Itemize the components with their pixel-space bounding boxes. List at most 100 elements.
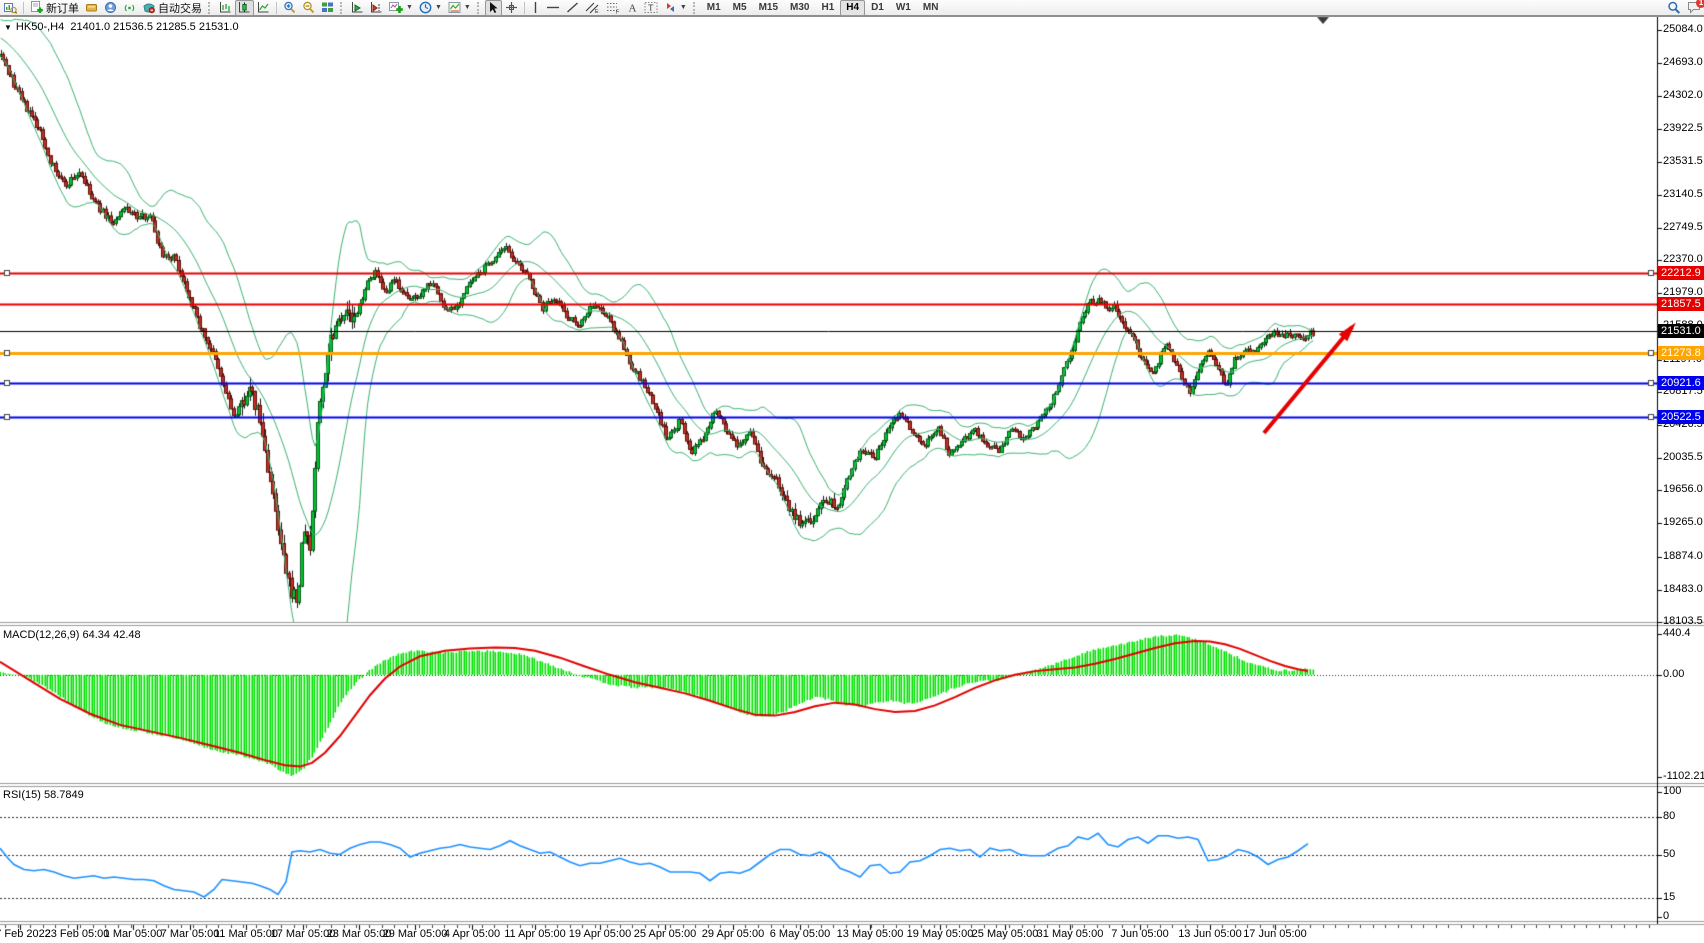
timeframe-button-mn[interactable]: MN xyxy=(917,0,945,16)
channel-button[interactable]: E xyxy=(582,0,603,16)
timeframe-button-h1[interactable]: H1 xyxy=(815,0,840,16)
rsi-axis-tick: 0 xyxy=(1663,910,1669,922)
rsi-axis-tick: 80 xyxy=(1663,810,1675,822)
new-chart-button[interactable] xyxy=(1,0,20,16)
autotrading-button[interactable]: 自动交易 xyxy=(139,0,205,16)
horizontal-line-button[interactable] xyxy=(543,0,563,16)
text-label-icon: T xyxy=(644,1,658,14)
chart-line-icon xyxy=(257,1,270,14)
periods-icon xyxy=(419,1,432,14)
chart-shift-icon xyxy=(370,1,383,14)
notification-badge: 1 xyxy=(1696,0,1704,8)
search-icon xyxy=(1667,1,1681,15)
tile-windows-button[interactable] xyxy=(318,0,337,16)
chevron-down-icon: ▼ xyxy=(435,4,442,11)
price-line-badge: 21273.8 xyxy=(1658,346,1704,360)
periods-button[interactable]: ▼ xyxy=(416,0,445,16)
crosshair-icon xyxy=(505,1,518,14)
trendline-button[interactable] xyxy=(563,0,582,16)
indicators-button[interactable]: ▼ xyxy=(386,0,416,16)
market-icon xyxy=(85,1,98,14)
macd-indicator-label: MACD(12,26,9) 64.34 42.48 xyxy=(3,629,141,641)
macd-axis-tick: 0.00 xyxy=(1663,668,1684,680)
new-order-button[interactable]: 新订单 xyxy=(27,0,82,16)
market-button[interactable] xyxy=(82,0,101,16)
signals-button[interactable] xyxy=(120,0,139,16)
price-chart-canvas[interactable] xyxy=(0,0,1704,943)
ohlc-close: 21531.0 xyxy=(199,21,239,33)
templates-button[interactable]: ▼ xyxy=(445,0,474,16)
zoom-out-button[interactable] xyxy=(299,0,318,16)
community-button[interactable] xyxy=(101,0,120,16)
price-axis-tick: 18103.5 xyxy=(1663,615,1703,627)
zoom-in-button[interactable] xyxy=(280,0,299,16)
time-axis-label: 11 Mar 05:00 xyxy=(214,928,278,940)
new-order-icon xyxy=(30,1,44,14)
timeframe-button-m15[interactable]: M15 xyxy=(753,0,784,16)
toolbar-grip[interactable] xyxy=(208,2,213,14)
svg-text:F: F xyxy=(616,10,620,15)
tile-windows-icon xyxy=(321,1,334,14)
timeframe-button-m5[interactable]: M5 xyxy=(727,0,753,16)
toolbar-grip[interactable] xyxy=(340,2,345,14)
zoom-in-icon xyxy=(283,1,296,14)
price-axis-tick: 18874.0 xyxy=(1663,550,1703,562)
chart-bars-button[interactable] xyxy=(216,0,235,16)
rsi-axis-tick: 50 xyxy=(1663,848,1675,860)
timeframe-button-h4[interactable]: H4 xyxy=(840,0,865,16)
macd-name: MACD(12,26,9) xyxy=(3,629,79,641)
fibonacci-button[interactable]: F xyxy=(603,0,624,16)
price-axis-tick: 25084.0 xyxy=(1663,23,1703,35)
shapes-button[interactable]: ▼ xyxy=(661,0,690,16)
cursor-button[interactable] xyxy=(485,0,502,16)
chart-line-button[interactable] xyxy=(254,0,273,16)
timeframe-button-w1[interactable]: W1 xyxy=(890,0,917,16)
rsi-indicator-label: RSI(15) 58.7849 xyxy=(3,789,84,801)
time-axis-label: 25 Apr 05:00 xyxy=(634,928,696,940)
time-axis-label: 17 Jun 05:00 xyxy=(1243,928,1307,940)
search-button[interactable] xyxy=(1664,0,1684,16)
ohlc-low: 21285.5 xyxy=(156,21,196,33)
text-button[interactable]: A xyxy=(624,0,641,16)
chart-shift-button[interactable] xyxy=(367,0,386,16)
templates-icon xyxy=(448,1,461,14)
crosshair-button[interactable] xyxy=(502,0,521,16)
price-axis-tick: 19265.0 xyxy=(1663,516,1703,528)
time-axis-label: 23 Feb 05:00 xyxy=(45,928,110,940)
time-axis-label: 13 May 05:00 xyxy=(837,928,904,940)
rsi-value: 58.7849 xyxy=(44,789,84,801)
trading-terminal-window: 新订单自动交易▼▼▼EFAT▼M1M5M15M30H1H4D1W1MN1 ▼HK… xyxy=(0,0,1704,943)
toolbar-grip[interactable] xyxy=(477,2,482,14)
signals-icon xyxy=(123,1,136,14)
auto-scroll-button[interactable] xyxy=(348,0,367,16)
timeframe-button-m30[interactable]: M30 xyxy=(784,0,815,16)
cursor-icon xyxy=(488,1,499,14)
vertical-line-button[interactable] xyxy=(528,0,543,16)
chat-button[interactable]: 1 xyxy=(1684,0,1704,16)
text-label-button[interactable]: T xyxy=(641,0,661,16)
shapes-icon xyxy=(664,1,677,14)
timeframe-button-d1[interactable]: D1 xyxy=(865,0,890,16)
time-axis-label: 13 Jun 05:00 xyxy=(1178,928,1242,940)
price-axis-tick: 23140.5 xyxy=(1663,188,1703,200)
ohlc-high: 21536.5 xyxy=(113,21,153,33)
main-toolbar: 新订单自动交易▼▼▼EFAT▼M1M5M15M30H1H4D1W1MN1 xyxy=(0,0,1704,17)
price-line-badge: 20921.6 xyxy=(1658,376,1704,390)
price-line-badge: 21531.0 xyxy=(1658,324,1704,338)
macd-main-value: 64.34 xyxy=(82,629,110,641)
zoom-out-icon xyxy=(302,1,315,14)
new-chart-icon xyxy=(4,1,17,14)
timeframe-button-m1[interactable]: M1 xyxy=(701,0,727,16)
toolbar-grip[interactable] xyxy=(693,2,698,14)
time-axis-label: 4 Apr 05:00 xyxy=(444,928,500,940)
time-axis-label: 7 Mar 05:00 xyxy=(161,928,220,940)
time-axis-label: 29 Apr 05:00 xyxy=(702,928,764,940)
price-axis-tick: 23922.5 xyxy=(1663,122,1703,134)
chart-candles-button[interactable] xyxy=(235,0,254,16)
rsi-axis-tick: 100 xyxy=(1663,785,1681,797)
chart-menu-toggle-icon[interactable]: ▼ xyxy=(4,23,12,32)
price-axis-tick: 19656.0 xyxy=(1663,483,1703,495)
time-axis-label: 7 Jun 05:00 xyxy=(1111,928,1169,940)
macd-signal-value: 42.48 xyxy=(113,629,141,641)
time-axis-label: 6 May 05:00 xyxy=(770,928,831,940)
